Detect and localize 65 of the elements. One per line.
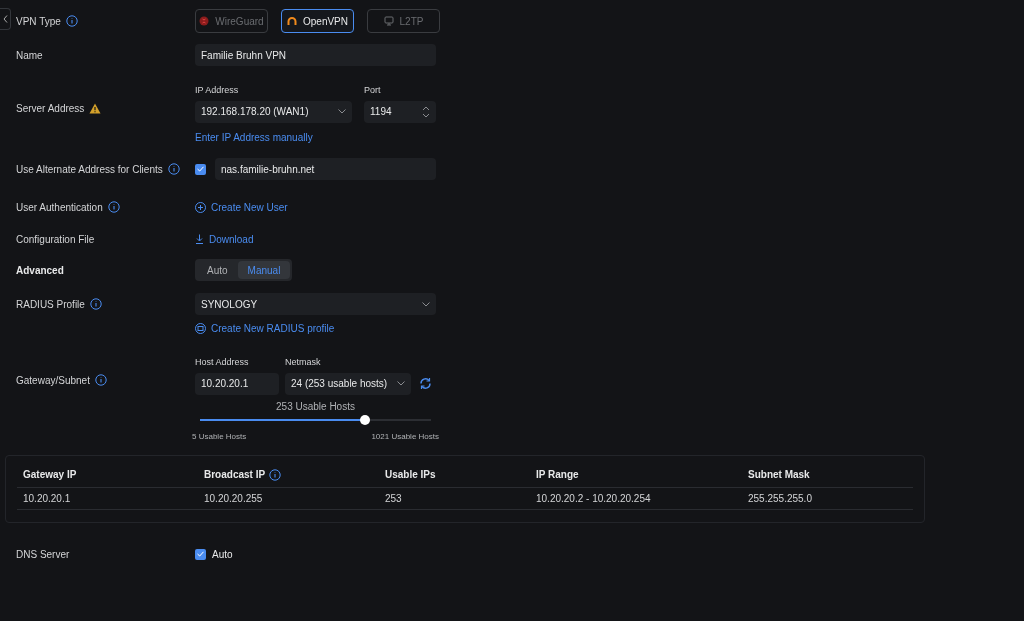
- field-label: Configuration File: [16, 232, 95, 247]
- field-caption: Netmask: [285, 356, 322, 369]
- checkmark-icon: [197, 166, 204, 172]
- checkbox[interactable]: [195, 548, 206, 560]
- host-address-input[interactable]: 10.20.20.1: [195, 372, 279, 395]
- back-button[interactable]: [0, 8, 11, 30]
- create-radius-profile-link[interactable]: Create New RADIUS profile: [195, 321, 335, 336]
- field-label: Name: [16, 48, 43, 63]
- info-icon[interactable]: [167, 163, 180, 175]
- field-caption: Port: [364, 84, 382, 97]
- refresh-icon[interactable]: [419, 377, 432, 390]
- table-cell: 255.255.255.0: [748, 493, 812, 504]
- field-label: User Authentication: [16, 200, 103, 215]
- info-icon[interactable]: [269, 468, 282, 481]
- column-header: IP Range: [536, 468, 579, 482]
- chevron-down-icon: [338, 109, 346, 114]
- column-header: Broadcast IP: [204, 468, 266, 482]
- alternate-address-input[interactable]: nas.familie-bruhn.net: [215, 158, 436, 180]
- slider-min-label: 5 Usable Hosts: [192, 430, 247, 443]
- info-icon[interactable]: [94, 374, 107, 386]
- field-label: VPN Type: [16, 14, 61, 29]
- column-header: Gateway IP: [23, 468, 77, 482]
- download-icon: [195, 234, 204, 244]
- ip-address-dropdown[interactable]: 192.168.178.20 (WAN1): [195, 100, 352, 123]
- enter-ip-manually-link[interactable]: Enter IP Address manually: [195, 129, 436, 145]
- warning-icon: [89, 102, 102, 114]
- field-label: Gateway/Subnet: [16, 373, 90, 388]
- info-icon[interactable]: [65, 15, 78, 27]
- field-label: Advanced: [16, 263, 64, 278]
- plus-circle-icon: [195, 201, 206, 213]
- port-input[interactable]: 1194: [364, 100, 436, 123]
- create-new-user-link[interactable]: Create New User: [195, 199, 288, 215]
- monitor-icon: [383, 16, 394, 26]
- mode-tab[interactable]: Manual: [237, 261, 291, 279]
- field-caption: Host Address: [195, 356, 250, 369]
- chevron-left-icon: [2, 15, 8, 23]
- radius-profile-dropdown[interactable]: SYNOLOGY: [195, 293, 436, 315]
- arch-icon: [287, 16, 297, 26]
- column-header: Usable IPs: [385, 468, 436, 482]
- stepper-icon[interactable]: [422, 105, 430, 118]
- mode-tab[interactable]: Auto: [197, 261, 238, 279]
- info-icon[interactable]: [107, 201, 120, 213]
- table-cell: 253: [385, 493, 402, 504]
- name-input[interactable]: Familie Bruhn VPN: [195, 44, 436, 66]
- chevron-down-icon: [397, 381, 405, 386]
- slider-thumb[interactable]: [360, 414, 371, 425]
- checkmark-icon: [197, 551, 204, 557]
- field-label: RADIUS Profile: [16, 297, 85, 312]
- checkbox[interactable]: [195, 163, 206, 175]
- table-cell: 10.20.20.1: [23, 493, 71, 504]
- info-icon[interactable]: [89, 298, 102, 310]
- field-caption: IP Address: [195, 84, 240, 97]
- column-header: Subnet Mask: [748, 468, 810, 482]
- slider-reading: 253 Usable Hosts: [275, 399, 356, 414]
- field-label: Use Alternate Address for Clients: [16, 162, 163, 177]
- download-link[interactable]: Download: [195, 231, 254, 247]
- vpn-type-tab[interactable]: OpenVPN: [281, 9, 354, 33]
- slider-max-label: 1021 Usable Hosts: [371, 430, 439, 443]
- chevron-down-icon: [422, 301, 430, 307]
- field-label: Server Address: [16, 101, 85, 116]
- netmask-dropdown[interactable]: 24 (253 usable hosts): [285, 372, 411, 395]
- field-label: DNS Server: [16, 548, 70, 560]
- auto-checkbox[interactable]: Auto: [195, 546, 233, 562]
- table-cell: 10.20.20.2 - 10.20.20.254: [536, 493, 651, 504]
- table-cell: 10.20.20.255: [204, 493, 263, 504]
